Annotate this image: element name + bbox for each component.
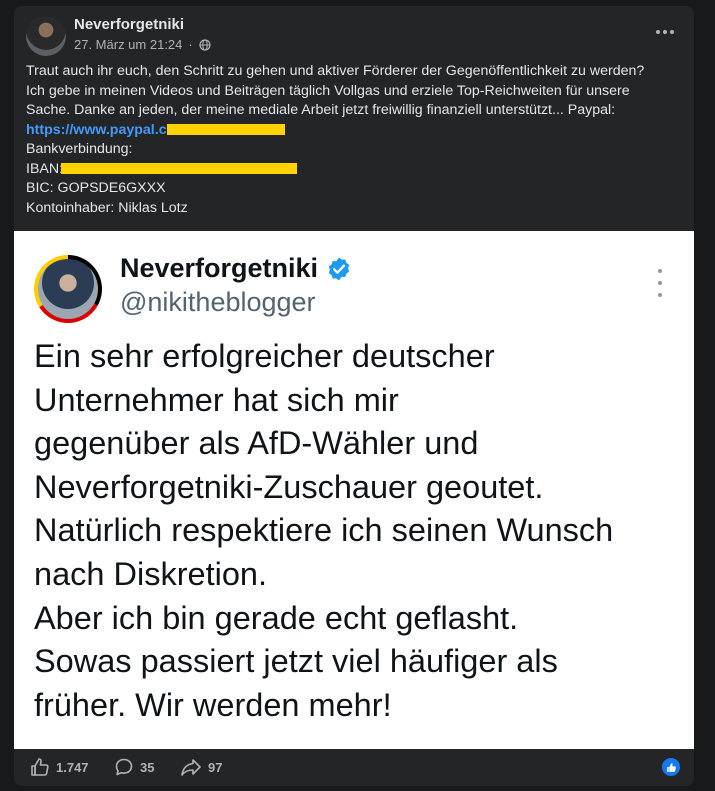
meta-separator: · xyxy=(188,37,193,52)
comment-icon xyxy=(115,758,133,776)
comment-button[interactable]: 35 xyxy=(114,757,154,777)
redaction-bar xyxy=(166,124,285,136)
more-options-icon[interactable] xyxy=(650,22,680,42)
tweet-line: Natürlich respektiere ich seinen Wunsch xyxy=(34,512,614,549)
share-button[interactable]: 97 xyxy=(180,757,222,777)
author-avatar[interactable] xyxy=(26,16,66,56)
share-icon xyxy=(181,759,201,776)
tweet-line: gegenüber als AfD-Wähler und xyxy=(34,425,479,462)
tweet-screenshot[interactable]: Neverforgetniki @nikitheblogger Ein sehr… xyxy=(14,231,694,749)
post-text: Traut auch ihr euch, den Schritt zu gehe… xyxy=(26,62,686,218)
tweet-more-icon xyxy=(654,269,666,297)
tweet-line: Ein sehr erfolgreicher deutscher xyxy=(34,338,495,374)
like-count: 1.747 xyxy=(56,759,89,775)
post-text-line: Sache. Danke an jeden, der meine mediale… xyxy=(26,102,616,118)
bank-label: Bankverbindung: xyxy=(26,141,133,157)
paypal-line: https://www.paypal.c xyxy=(26,121,686,141)
bic-line: BIC: GOPSDE6GXXX xyxy=(26,180,166,196)
share-count: 97 xyxy=(208,759,223,775)
facebook-post: Neverforgetniki 27. März um 21:24 · Trau… xyxy=(14,6,694,786)
thumbs-up-icon xyxy=(31,758,49,776)
paypal-link[interactable]: https://www.paypal.c xyxy=(26,122,167,138)
iban-line: IBAN: xyxy=(26,160,686,180)
globe-icon[interactable] xyxy=(199,38,211,51)
like-reaction-icon[interactable] xyxy=(662,758,680,776)
post-text-line: Traut auch ihr euch, den Schritt zu gehe… xyxy=(26,63,645,79)
tweet-author-name: Neverforgetniki xyxy=(120,253,319,283)
author-name[interactable]: Neverforgetniki xyxy=(74,16,184,33)
tweet-author-row: Neverforgetniki xyxy=(120,253,352,284)
post-actions-bar: 1.747 35 97 xyxy=(14,749,694,786)
tweet-avatar xyxy=(34,255,102,323)
like-button[interactable]: 1.747 xyxy=(30,757,89,777)
tweet-line: Neverforgetniki-Zuschauer geoutet. xyxy=(34,468,544,505)
post-text-line: Ich gebe in meinen Videos und Beiträgen … xyxy=(26,82,630,99)
tweet-line: Sowas passiert jetzt viel häufiger als xyxy=(34,643,558,680)
tweet-line: früher. Wir werden mehr! xyxy=(34,686,392,723)
post-timestamp[interactable]: 27. März um 21:24 xyxy=(74,37,182,52)
comment-count: 35 xyxy=(140,759,155,775)
post-header: Neverforgetniki 27. März um 21:24 · xyxy=(14,6,694,56)
tweet-body: Ein sehr erfolgreicher deutscher Unterne… xyxy=(34,335,684,727)
verified-badge-icon xyxy=(328,257,350,280)
tweet-line: nach Diskretion. xyxy=(34,555,268,592)
post-meta: 27. März um 21:24 · xyxy=(74,37,211,52)
tweet-line: Unternehmer hat sich mir xyxy=(34,381,399,418)
redaction-bar xyxy=(61,163,298,175)
account-holder-line: Kontoinhaber: Niklas Lotz xyxy=(26,199,188,216)
iban-label: IBAN: xyxy=(26,160,64,177)
tweet-line: Aber ich bin gerade echt geflasht. xyxy=(34,599,519,636)
tweet-handle: @nikitheblogger xyxy=(120,287,316,317)
